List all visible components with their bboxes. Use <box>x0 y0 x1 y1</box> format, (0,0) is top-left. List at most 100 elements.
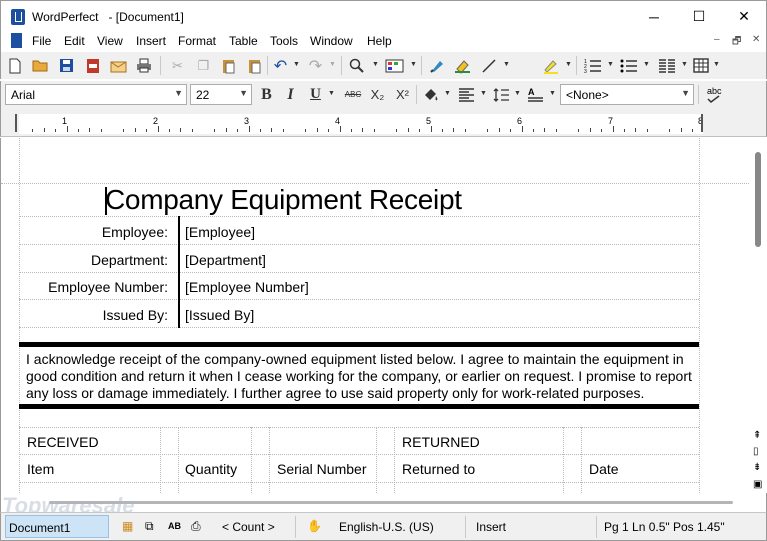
insert-icon[interactable] <box>385 56 404 75</box>
horizontal-scrollbar[interactable] <box>1 493 750 512</box>
column-header-returned-to[interactable]: Returned to <box>402 461 475 477</box>
acknowledgement-paragraph[interactable]: I acknowledge receipt of the company-own… <box>26 351 698 402</box>
column-header-serial-number[interactable]: Serial Number <box>277 461 366 477</box>
justify-dropdown-icon[interactable]: ▼ <box>480 90 487 97</box>
table-icon[interactable] <box>691 56 710 75</box>
returned-header[interactable]: RETURNED <box>402 434 480 450</box>
browse-up-icon[interactable]: ⇞ <box>753 430 764 441</box>
maximize-button[interactable]: ☐ <box>676 1 722 32</box>
column-header-quantity[interactable]: Quantity <box>185 461 237 477</box>
bullets-dropdown-icon[interactable]: ▼ <box>643 61 650 68</box>
browse-down-icon[interactable]: ⇟ <box>753 462 764 473</box>
numbering-icon[interactable]: 123 <box>583 56 602 75</box>
horizontal-scroll-thumb[interactable] <box>49 501 733 504</box>
document-area[interactable]: Company Equipment Receipt Employee: [Emp… <box>0 138 767 512</box>
menu-tools[interactable]: Tools <box>270 34 298 48</box>
status-document-tab[interactable]: Document1 <box>5 515 109 538</box>
fill-dropdown-icon[interactable]: ▼ <box>444 90 451 97</box>
status-count[interactable]: < Count > <box>222 520 275 534</box>
italic-button[interactable]: I <box>281 85 300 104</box>
undo-icon[interactable]: ↶ <box>271 56 290 75</box>
line-icon[interactable] <box>479 56 498 75</box>
split-view-icon[interactable]: ▣ <box>753 479 764 490</box>
document-restore-icon[interactable]: 🗗 <box>732 34 741 51</box>
status-language[interactable]: English-U.S. (US) <box>339 520 434 534</box>
status-insert-mode[interactable]: Insert <box>476 520 506 534</box>
email-icon[interactable] <box>109 56 128 75</box>
status-position[interactable]: Pg 1 Ln 0.5" Pos 1.45" <box>604 520 725 534</box>
subscript-button[interactable]: X₂ <box>368 85 387 104</box>
print-icon[interactable] <box>134 56 153 75</box>
bold-button[interactable]: B <box>257 85 276 104</box>
menu-help[interactable]: Help <box>367 34 392 48</box>
underline-dropdown-icon[interactable]: ▼ <box>328 90 335 97</box>
close-button[interactable]: ✕ <box>721 1 767 32</box>
marker-dropdown-icon[interactable]: ▼ <box>565 61 572 68</box>
doc-settings-icon[interactable]: ▦ <box>122 519 133 533</box>
undo-dropdown-icon[interactable]: ▼ <box>293 61 300 68</box>
reveal-codes-icon[interactable]: ⧉ <box>145 519 154 534</box>
format-painter-icon[interactable] <box>428 56 447 75</box>
status-print-icon[interactable]: ⎙ <box>191 519 201 534</box>
ruler[interactable]: 1 2 3 4 5 6 7 8 <box>0 109 767 137</box>
line-spacing-dropdown-icon[interactable]: ▼ <box>514 90 521 97</box>
menu-table[interactable]: Table <box>229 34 258 48</box>
issued-by-value[interactable]: [Issued By] <box>185 307 254 323</box>
columns-dropdown-icon[interactable]: ▼ <box>681 61 688 68</box>
menu-file[interactable]: File <box>32 34 51 48</box>
minimize-button[interactable]: ─ <box>631 1 677 32</box>
highlight-icon[interactable] <box>453 56 472 75</box>
line-spacing-icon[interactable] <box>492 85 511 104</box>
redo-icon[interactable]: ↷ <box>306 56 325 75</box>
right-margin-marker[interactable] <box>701 114 707 132</box>
cut-icon[interactable]: ✂ <box>168 56 187 75</box>
pdf-icon[interactable] <box>83 56 102 75</box>
style-combo[interactable]: <None> ▼ <box>560 84 694 105</box>
fill-icon[interactable] <box>421 85 440 104</box>
left-margin-marker[interactable] <box>15 114 21 132</box>
paragraph-style-dropdown-icon[interactable]: ▼ <box>549 90 556 97</box>
employee-number-value[interactable]: [Employee Number] <box>185 279 309 295</box>
save-icon[interactable] <box>57 56 76 75</box>
paste-icon[interactable] <box>219 56 238 75</box>
zoom-icon[interactable] <box>347 56 366 75</box>
menu-edit[interactable]: Edit <box>64 34 85 48</box>
copy-icon[interactable]: ❐ <box>194 56 213 75</box>
strikethrough-button[interactable]: ABC <box>342 85 364 104</box>
bullets-icon[interactable] <box>619 56 638 75</box>
language-icon[interactable]: ✋ <box>307 519 322 533</box>
browse-page-icon[interactable]: ▯ <box>753 446 764 457</box>
spell-as-you-go-icon[interactable]: AB <box>168 521 181 531</box>
justify-icon[interactable] <box>457 85 476 104</box>
column-header-date[interactable]: Date <box>589 461 619 477</box>
marker-icon[interactable] <box>541 56 560 75</box>
menu-view[interactable]: View <box>97 34 123 48</box>
department-value[interactable]: [Department] <box>185 252 266 268</box>
underline-button[interactable]: U <box>306 85 325 104</box>
insert-dropdown-icon[interactable]: ▼ <box>410 61 417 68</box>
menu-window[interactable]: Window <box>310 34 353 48</box>
zoom-dropdown-icon[interactable]: ▼ <box>372 61 379 68</box>
vertical-scrollbar[interactable]: ⇞ ▯ ⇟ ▣ <box>750 138 767 493</box>
redo-dropdown-icon[interactable]: ▼ <box>329 61 336 68</box>
menu-insert[interactable]: Insert <box>136 34 166 48</box>
document-menu-icon[interactable] <box>11 33 22 48</box>
open-icon[interactable] <box>31 56 50 75</box>
menu-format[interactable]: Format <box>178 34 216 48</box>
column-header-item[interactable]: Item <box>27 461 54 477</box>
paste-special-icon[interactable] <box>245 56 264 75</box>
wordperfect-app-icon[interactable] <box>11 9 25 25</box>
numbering-dropdown-icon[interactable]: ▼ <box>607 61 614 68</box>
spellcheck-icon[interactable]: abc <box>704 85 726 104</box>
vertical-scroll-thumb[interactable] <box>755 152 761 247</box>
employee-value[interactable]: [Employee] <box>185 224 255 240</box>
document-close-icon[interactable]: ✕ <box>752 34 760 45</box>
columns-icon[interactable] <box>657 56 676 75</box>
paragraph-style-icon[interactable]: A <box>526 85 545 104</box>
document-minimize-icon[interactable]: – <box>714 34 720 45</box>
document-title[interactable]: Company Equipment Receipt <box>105 184 462 216</box>
received-header[interactable]: RECEIVED <box>27 434 99 450</box>
superscript-button[interactable]: X² <box>393 85 412 104</box>
new-icon[interactable] <box>5 56 24 75</box>
line-dropdown-icon[interactable]: ▼ <box>503 61 510 68</box>
